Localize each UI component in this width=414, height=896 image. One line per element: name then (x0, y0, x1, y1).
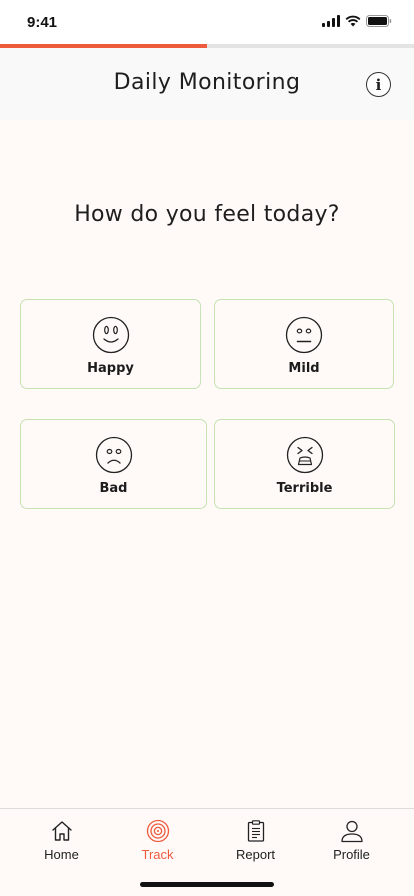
tab-report[interactable]: Report (204, 809, 307, 869)
tab-track[interactable]: Track (106, 809, 209, 869)
target-icon (146, 819, 169, 843)
status-bar: 9:41 (0, 0, 414, 44)
battery-icon (366, 15, 392, 27)
neutral-face-icon (285, 316, 323, 354)
mood-label: Happy (87, 361, 134, 376)
tab-label: Report (235, 847, 276, 862)
mood-label: Terrible (276, 481, 333, 496)
person-icon (340, 820, 363, 843)
tab-label: Home (44, 847, 79, 862)
status-icons (322, 15, 392, 27)
tab-label: Track (141, 847, 174, 862)
mood-card-happy[interactable]: Happy (20, 299, 201, 389)
page-title: Daily Monitoring (113, 70, 301, 95)
tab-label: Profile (333, 847, 370, 862)
sad-face-icon (95, 436, 132, 474)
tab-profile[interactable]: Profile (300, 809, 403, 869)
wifi-icon (345, 15, 361, 27)
mood-label: Mild (288, 361, 320, 376)
mood-card-mild[interactable]: Mild (214, 299, 394, 389)
home-icon (51, 821, 72, 841)
clipboard-icon (247, 820, 264, 842)
happy-face-icon (92, 316, 129, 354)
status-time: 9:41 (27, 14, 58, 31)
mood-label: Bad (99, 481, 128, 496)
header: Daily Monitoring i (0, 48, 414, 120)
mood-card-bad[interactable]: Bad (20, 419, 207, 509)
question-text: How do you feel today? (74, 202, 340, 227)
info-icon: i (375, 75, 382, 94)
info-button[interactable]: i (366, 72, 391, 97)
distressed-face-icon (286, 436, 323, 474)
mood-card-terrible[interactable]: Terrible (214, 419, 395, 509)
home-indicator (140, 882, 274, 887)
tab-home[interactable]: Home (10, 809, 113, 869)
signal-icon (322, 15, 340, 27)
